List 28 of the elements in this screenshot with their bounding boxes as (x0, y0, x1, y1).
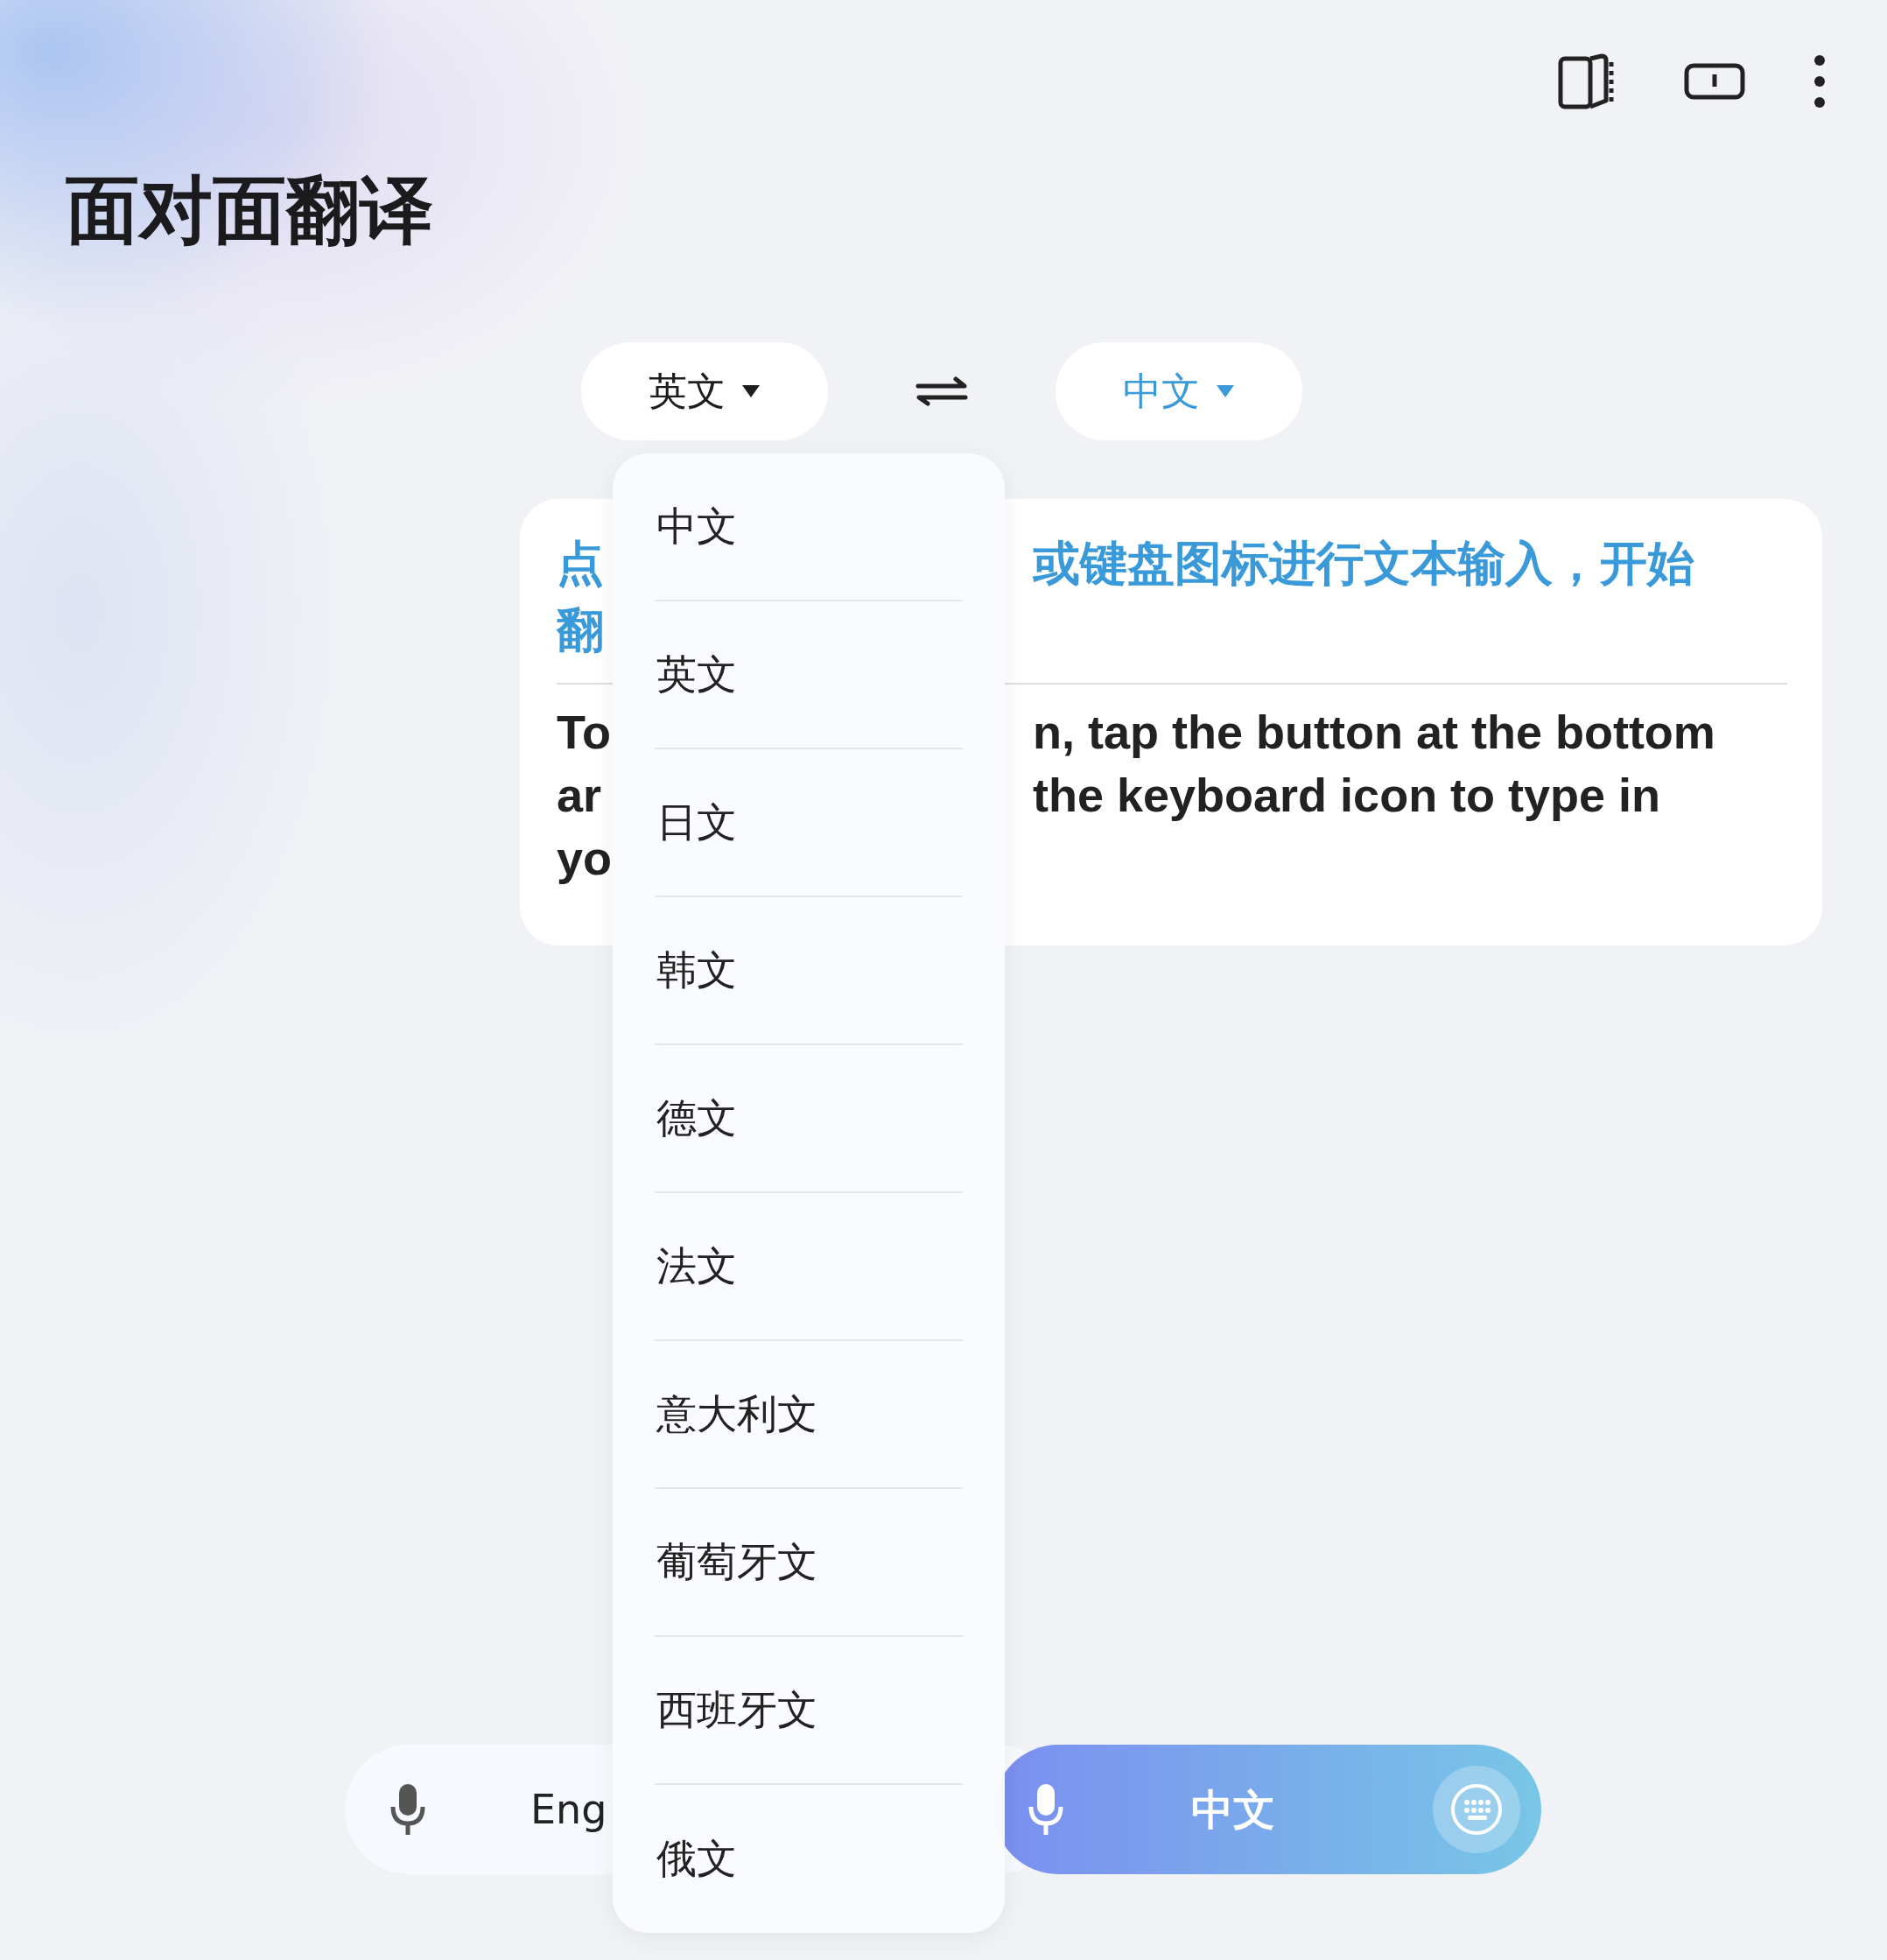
language-option[interactable]: 中文 (655, 453, 963, 601)
page-title: 面对面翻译 (66, 166, 434, 255)
swap-icon[interactable] (915, 376, 968, 406)
microphone-icon (390, 1782, 425, 1837)
language-option[interactable]: 韩文 (655, 897, 963, 1045)
language-option[interactable]: 英文 (655, 601, 963, 749)
instruction-text: 或键盘图标进行文本输入，开始 (1033, 535, 1694, 593)
microphone-icon (1028, 1782, 1063, 1837)
window-icon[interactable] (1684, 63, 1745, 100)
language-option[interactable]: 葡萄牙文 (655, 1489, 963, 1637)
more-icon[interactable] (1813, 55, 1826, 108)
language-option[interactable]: 俄文 (655, 1785, 963, 1933)
instruction-text: 翻 (557, 601, 604, 659)
instruction-text: n, tap the button at the bottom (1033, 705, 1715, 760)
language-option[interactable]: 意大利文 (655, 1341, 963, 1489)
instruction-text: 点 (557, 535, 604, 593)
instruction-text: ar (557, 768, 602, 823)
instruction-text: To (557, 705, 611, 760)
instruction-text: the keyboard icon to type in (1033, 768, 1661, 823)
split-screen-icon[interactable] (1558, 53, 1616, 109)
language-option[interactable]: 西班牙文 (655, 1637, 963, 1785)
language-option[interactable]: 法文 (655, 1193, 963, 1341)
language-option[interactable]: 日文 (655, 749, 963, 897)
language-option[interactable]: 德文 (655, 1045, 963, 1193)
language-selector[interactable]: 英文 (581, 341, 828, 440)
caret-icon (741, 383, 761, 398)
instruction-text: yo (557, 831, 613, 886)
caret-icon (1216, 383, 1235, 398)
